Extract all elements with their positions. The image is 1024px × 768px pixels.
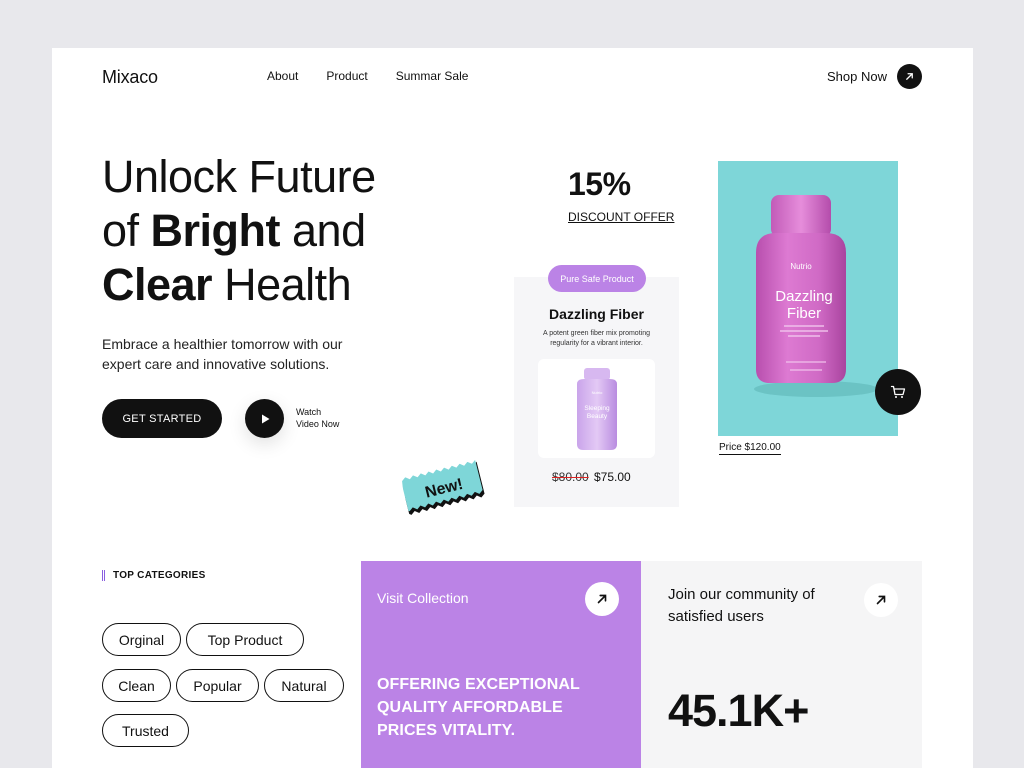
dazzling-fiber-bottle-image: Nutrio Dazzling Fiber bbox=[754, 195, 878, 397]
video-now-label: Video Now bbox=[296, 419, 340, 429]
collection-offer-text: OFFERING EXCEPTIONAL QUALITY AFFORDABLE … bbox=[377, 676, 580, 739]
featured-product-image[interactable]: Nutrio Dazzling Fiber bbox=[718, 161, 898, 436]
hero-title-bright: Bright bbox=[150, 205, 281, 256]
featured-bottle-brand: Nutrio bbox=[790, 262, 812, 271]
featured-price: Price $120.00 bbox=[719, 442, 781, 455]
visit-collection-button[interactable] bbox=[585, 582, 619, 616]
visit-collection-label[interactable]: Visit Collection bbox=[377, 590, 469, 606]
watch-video-link[interactable]: Watch Video Now bbox=[296, 406, 356, 430]
play-video-button[interactable] bbox=[245, 399, 284, 438]
brand-logo[interactable]: Mixaco bbox=[102, 67, 158, 88]
community-text: Join our community of satisfied users bbox=[668, 586, 815, 625]
hero-title: Unlock Future of Bright and Clear Health bbox=[102, 150, 462, 312]
hero-title-line2-post: and bbox=[280, 205, 366, 256]
discount-percent: 15% bbox=[568, 166, 631, 202]
nav-link-summer-sale[interactable]: Summar Sale bbox=[396, 69, 469, 83]
category-tag-trusted[interactable]: Trusted bbox=[102, 714, 189, 747]
featured-bottle-name-1: Dazzling bbox=[775, 288, 833, 305]
bottle-brand-text: Nutrio bbox=[591, 390, 602, 395]
product-card-image[interactable]: Nutrio Sleeping Beauty bbox=[538, 359, 655, 458]
main-nav: About Product Summar Sale bbox=[267, 69, 496, 83]
category-tag-popular[interactable]: Popular bbox=[176, 669, 259, 702]
top-categories-label: TOP CATEGORIES bbox=[113, 570, 206, 581]
new-price: $75.00 bbox=[594, 470, 631, 484]
get-started-button[interactable]: GET STARTED bbox=[102, 399, 222, 438]
landing-page: Mixaco About Product Summar Sale Shop No… bbox=[52, 48, 973, 768]
discount-offer-link[interactable]: DISCOUNT OFFER bbox=[568, 210, 674, 224]
svg-text:Beauty: Beauty bbox=[586, 413, 607, 420]
product-card-title: Dazzling Fiber bbox=[549, 306, 644, 322]
old-price: $80.00 bbox=[552, 470, 589, 484]
shop-now-label: Shop Now bbox=[827, 69, 887, 84]
shop-now-button[interactable]: Shop Now bbox=[827, 64, 922, 89]
svg-text:Sleeping: Sleeping bbox=[584, 405, 610, 412]
product-card-description: A potent green fiber mix promoting regul… bbox=[542, 330, 650, 347]
heading-bar-icon bbox=[102, 570, 105, 581]
category-tag-top-product[interactable]: Top Product bbox=[186, 623, 304, 656]
arrow-up-right-icon bbox=[876, 595, 886, 605]
hero-title-clear: Clear bbox=[102, 259, 213, 310]
nav-link-product[interactable]: Product bbox=[326, 69, 367, 83]
arrow-up-right-icon bbox=[597, 594, 607, 604]
community-count: 45.1K+ bbox=[668, 685, 809, 736]
cart-icon bbox=[890, 385, 906, 398]
hero-title-line1: Unlock Future bbox=[102, 151, 376, 202]
category-tag-clean[interactable]: Clean bbox=[102, 669, 171, 702]
hero-title-line2-pre: of bbox=[102, 205, 151, 256]
play-icon bbox=[261, 414, 269, 423]
nav-link-about[interactable]: About bbox=[267, 69, 298, 83]
sleeping-beauty-bottle-image: Nutrio Sleeping Beauty bbox=[576, 367, 617, 450]
add-to-cart-button[interactable] bbox=[875, 369, 921, 415]
watch-label: Watch bbox=[296, 407, 322, 417]
category-tag-original[interactable]: Orginal bbox=[102, 623, 181, 656]
category-tag-natural[interactable]: Natural bbox=[264, 669, 344, 702]
join-community-button[interactable] bbox=[864, 583, 898, 617]
new-stamp-badge: New! bbox=[402, 459, 485, 515]
arrow-up-right-icon bbox=[897, 64, 922, 89]
pure-safe-badge[interactable]: Pure Safe Product bbox=[548, 265, 646, 292]
featured-bottle-name-2: Fiber bbox=[787, 305, 821, 322]
hero-title-line3-post: Health bbox=[212, 259, 352, 310]
top-categories-heading: TOP CATEGORIES bbox=[102, 570, 206, 581]
hero-subtitle: Embrace a healthier tomorrow with our ex… bbox=[102, 336, 343, 372]
